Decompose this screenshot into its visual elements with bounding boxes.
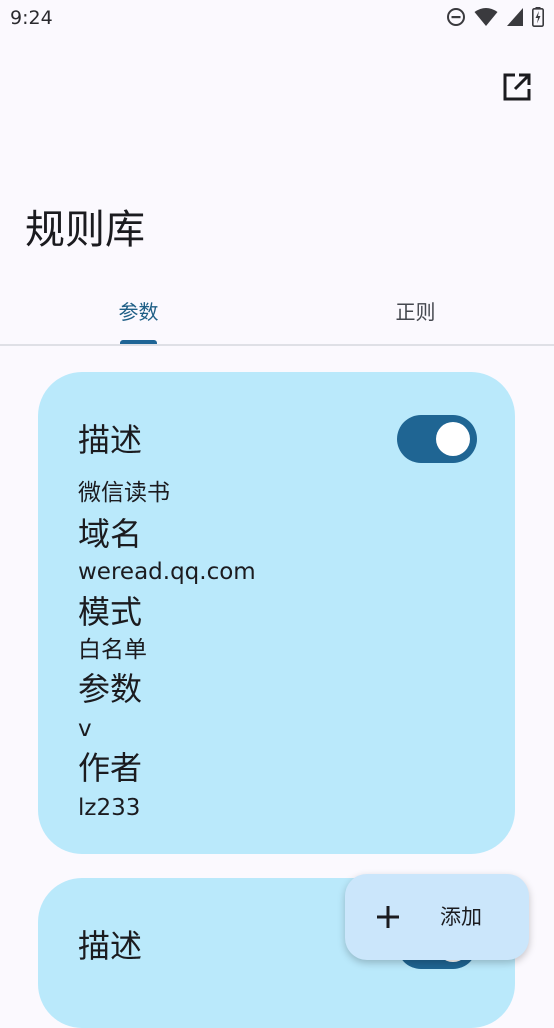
description-label: 描述 bbox=[78, 927, 143, 965]
open-external-button[interactable] bbox=[498, 68, 536, 106]
add-button-label: 添加 bbox=[440, 905, 482, 929]
author-label: 作者 bbox=[78, 749, 143, 787]
toggle-thumb bbox=[436, 422, 470, 456]
add-rule-button[interactable]: 添加 bbox=[345, 874, 529, 960]
description-label: 描述 bbox=[78, 421, 143, 459]
tab-indicator bbox=[120, 340, 157, 344]
params-value: v bbox=[78, 716, 92, 742]
mode-value: 白名单 bbox=[78, 637, 147, 663]
do-not-disturb-icon bbox=[447, 8, 465, 26]
domain-value: weread.qq.com bbox=[78, 559, 256, 585]
author-value: lz233 bbox=[78, 795, 141, 821]
rule-card[interactable]: 描述 微信读书 域名 weread.qq.com 模式 白名单 参数 v 作者 … bbox=[38, 372, 515, 854]
cellular-signal-icon bbox=[507, 8, 523, 26]
mode-label: 模式 bbox=[78, 593, 143, 631]
tab-bar: 参数 正则 bbox=[0, 278, 554, 346]
wifi-icon bbox=[474, 8, 498, 26]
params-label: 参数 bbox=[78, 670, 143, 708]
tab-params[interactable]: 参数 bbox=[0, 278, 277, 342]
status-time: 9:24 bbox=[10, 7, 53, 29]
tab-regex[interactable]: 正则 bbox=[277, 278, 554, 342]
battery-charging-icon bbox=[532, 7, 544, 27]
status-bar: 9:24 bbox=[0, 0, 554, 38]
domain-label: 域名 bbox=[78, 515, 143, 553]
rule-enabled-toggle[interactable] bbox=[397, 415, 477, 463]
description-value: 微信读书 bbox=[78, 480, 170, 506]
plus-icon bbox=[377, 906, 399, 928]
open-in-new-icon bbox=[503, 73, 531, 101]
status-icons bbox=[446, 7, 544, 27]
page-title: 规则库 bbox=[25, 207, 145, 253]
